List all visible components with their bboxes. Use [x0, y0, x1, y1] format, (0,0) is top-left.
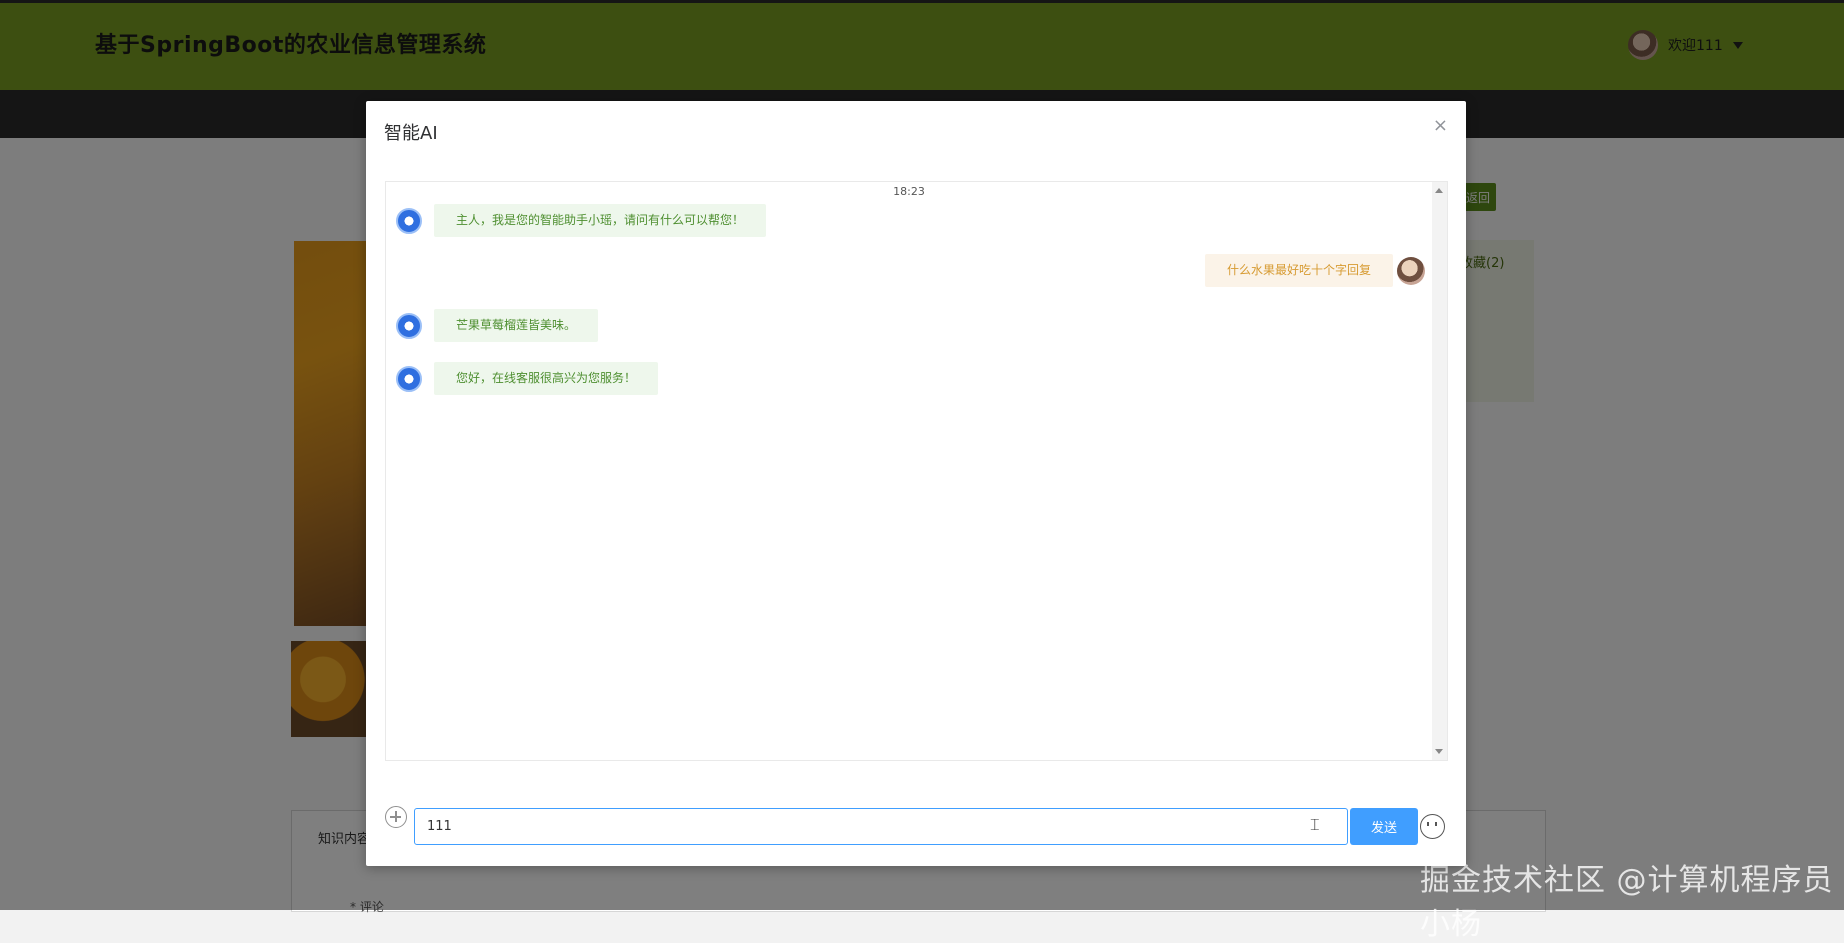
send-button[interactable]: 发送	[1350, 808, 1418, 845]
bot-icon	[396, 365, 422, 392]
chat-message: 主人，我是您的智能助手小瑶，请问有什么可以帮您！	[396, 204, 767, 237]
plus-circle-icon[interactable]	[385, 806, 407, 828]
chat-message: 芒果草莓榴莲皆美味。	[396, 309, 599, 342]
chat-message: 您好，在线客服很高兴为您服务！	[396, 362, 659, 395]
chat-message: 什么水果最好吃十个字回复	[1204, 254, 1425, 287]
bot-icon	[396, 207, 422, 234]
bot-bubble: 您好，在线客服很高兴为您服务！	[434, 362, 659, 395]
scroll-up-icon[interactable]	[1435, 188, 1443, 193]
ai-chat-dialog: 智能AI × 18:23 主人，我是您的智能助手小瑶，请问有什么可以帮您！ 什么…	[366, 101, 1466, 866]
text-cursor-icon: ⌶	[1310, 815, 1320, 834]
user-bubble: 什么水果最好吃十个字回复	[1204, 254, 1393, 287]
emoji-icon[interactable]	[1420, 814, 1445, 839]
chat-input[interactable]	[414, 808, 1348, 845]
user-avatar-icon	[1397, 256, 1425, 285]
chat-scrollbar[interactable]	[1432, 182, 1447, 760]
bot-bubble: 主人，我是您的智能助手小瑶，请问有什么可以帮您！	[434, 204, 767, 237]
dialog-title: 智能AI	[384, 123, 438, 144]
chat-window[interactable]: 18:23 主人，我是您的智能助手小瑶，请问有什么可以帮您！ 什么水果最好吃十个…	[385, 181, 1448, 761]
scroll-down-icon[interactable]	[1435, 749, 1443, 754]
bot-icon	[396, 312, 422, 339]
watermark: 掘金技术社区 @计算机程序员小杨	[1420, 863, 1834, 942]
close-icon[interactable]: ×	[1433, 115, 1448, 136]
bot-bubble: 芒果草莓榴莲皆美味。	[434, 309, 599, 342]
message-time: 18:23	[893, 185, 925, 198]
